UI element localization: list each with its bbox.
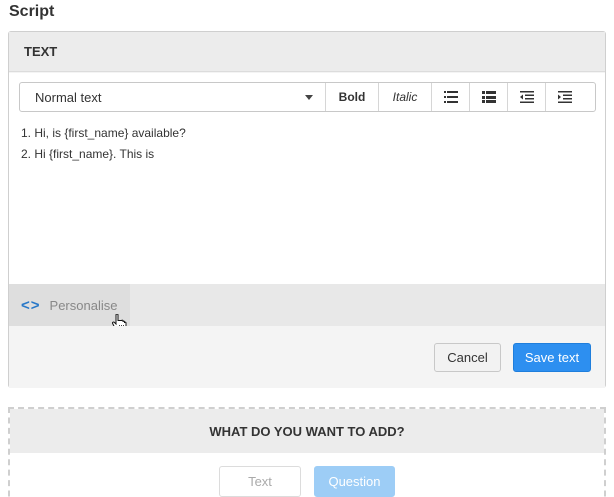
editor-area[interactable]: Normal text Bold Italic 1. Hi, is {first… <box>9 73 605 284</box>
list-bold-icon <box>481 91 496 103</box>
indent-button[interactable] <box>546 83 584 111</box>
format-select[interactable]: Normal text <box>20 83 326 111</box>
chevron-down-icon <box>305 94 313 100</box>
add-block-panel: WHAT DO YOU WANT TO ADD? Text Question <box>8 407 606 497</box>
editor-line: 2. Hi {first_name}. This is <box>21 147 155 161</box>
cancel-button[interactable]: Cancel <box>434 343 501 372</box>
editor-content[interactable]: 1. Hi, is {first_name} available? 2. Hi … <box>21 123 186 165</box>
indent-icon <box>558 91 572 103</box>
personalise-label: Personalise <box>49 297 118 313</box>
format-select-value: Normal text <box>35 89 102 105</box>
add-question-button[interactable]: Question <box>314 466 395 497</box>
add-header: WHAT DO YOU WANT TO ADD? <box>10 409 604 453</box>
code-brackets-icon: <> <box>21 296 41 314</box>
add-text-button[interactable]: Text <box>219 466 301 497</box>
personalise-bar: <> Personalise <box>9 284 605 334</box>
editor-line: 1. Hi, is {first_name} available? <box>21 126 186 140</box>
list-icon <box>443 91 458 103</box>
bullet-list-button[interactable] <box>432 83 470 111</box>
bold-button[interactable]: Bold <box>326 83 379 111</box>
italic-button[interactable]: Italic <box>379 83 432 111</box>
panel-header: TEXT <box>9 32 605 72</box>
panel-footer: Cancel Save text <box>9 326 605 388</box>
text-block-panel: TEXT Normal text Bold Italic 1. Hi, is {… <box>8 31 606 388</box>
editor-toolbar: Normal text Bold Italic <box>19 82 596 112</box>
outdent-icon <box>519 91 534 103</box>
outdent-button[interactable] <box>508 83 546 111</box>
numbered-list-button[interactable] <box>470 83 508 111</box>
save-text-button[interactable]: Save text <box>513 343 591 372</box>
section-title: Script <box>9 3 55 20</box>
